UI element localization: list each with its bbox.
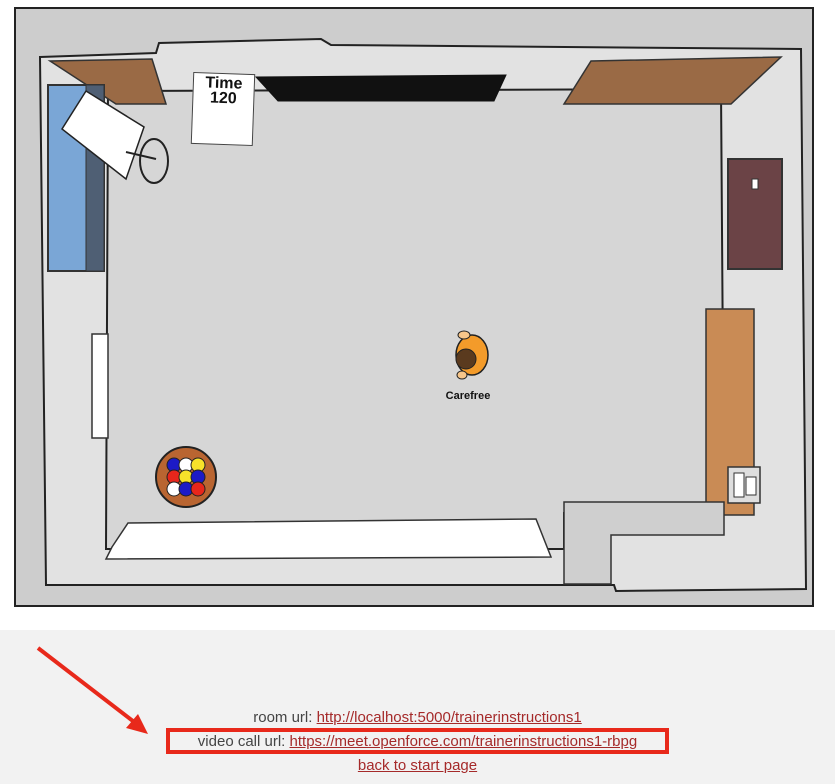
room-url-row: room url: http://localhost:5000/traineri… [0,706,835,730]
annotation-highlight-box [166,728,669,754]
room-url-link[interactable]: http://localhost:5000/trainerinstruction… [317,709,582,726]
timer-value: 120 [209,89,237,108]
back-to-start-link[interactable]: back to start page [358,757,477,774]
back-link-row: back to start page [0,754,835,778]
game-canvas[interactable]: Time 120 Carefree [14,7,814,607]
timer-card: Time 120 [190,71,256,147]
door[interactable] [727,158,783,270]
footer: room url: http://localhost:5000/traineri… [0,630,835,784]
room-scene [38,37,808,593]
player-name-label: Carefree [445,390,491,402]
wall-bench [254,74,507,102]
floor-mat [104,518,553,560]
ball-bowl[interactable] [155,446,217,508]
left-bench [91,333,109,439]
room-url-label: room url: [253,709,313,726]
